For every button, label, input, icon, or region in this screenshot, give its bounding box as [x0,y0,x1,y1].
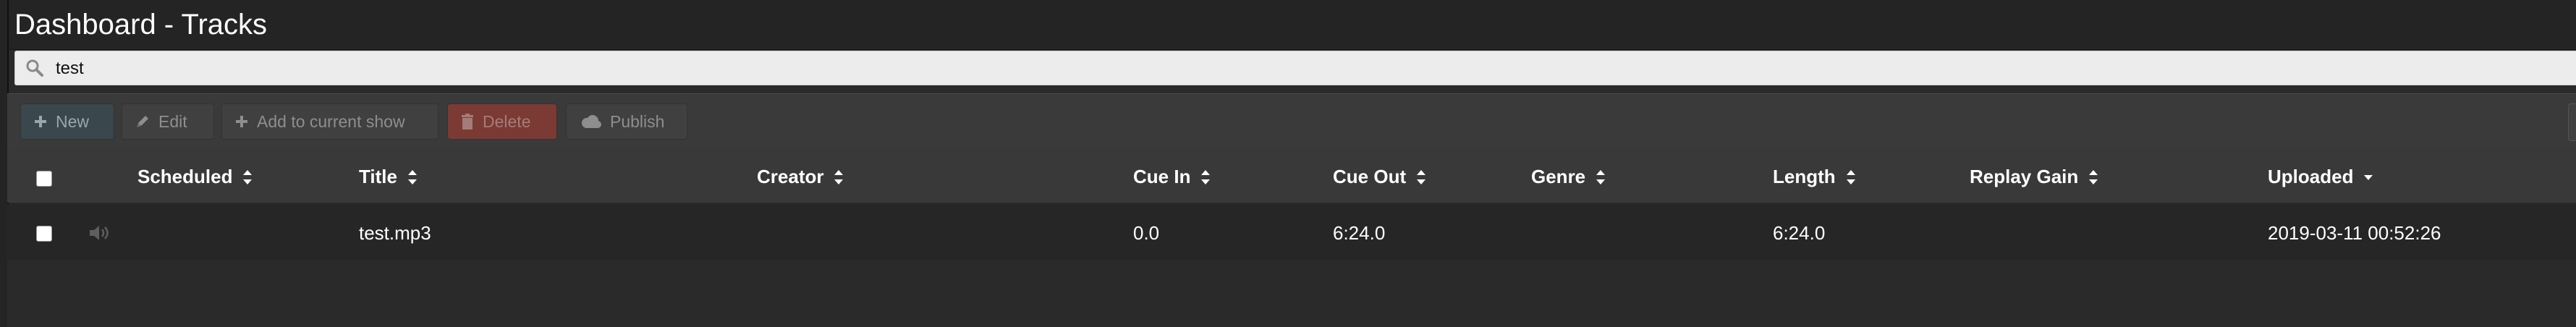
edit-button[interactable]: Edit [122,103,214,140]
new-button-label: New [56,111,90,131]
sort-icon [407,169,418,185]
table-empty-area [7,260,2576,327]
add-button-label: Add to current show [257,111,405,131]
search-input[interactable] [54,55,925,82]
cloud-icon [580,114,601,129]
toolbar-overflow-button[interactable] [2568,103,2576,141]
delete-button[interactable]: Delete [447,103,557,140]
edit-button-label: Edit [158,111,187,131]
toolbar: New Edit Add to current show Delete Publ… [7,93,2576,148]
sort-icon [2088,169,2098,185]
table-row[interactable]: test.mp3 0.0 6:24.0 6:24.0 2019-03-11 00… [7,204,2576,260]
sort-icon [1416,169,1426,185]
cell-uploaded: 2019-03-11 00:52:26 [2268,222,2441,244]
column-header-cue-in[interactable]: Cue In [1133,166,1211,188]
trash-icon [461,114,474,129]
plus-icon [34,115,47,128]
cell-cue-out: 6:24.0 [1333,222,1386,244]
search-icon [25,59,44,77]
row-checkbox[interactable] [36,226,52,242]
page-title: Dashboard - Tracks [14,9,268,41]
sort-icon [242,169,253,185]
table-header: Scheduled Title Creator Cue In Cue Out G… [7,148,2576,203]
delete-button-label: Delete [483,111,531,131]
cell-title: test.mp3 [359,222,431,244]
column-header-cue-out[interactable]: Cue Out [1333,166,1426,188]
new-button[interactable]: New [20,103,114,140]
sort-descending-icon [2363,169,2373,185]
sort-icon [1596,169,1606,185]
sort-icon [1200,169,1211,185]
column-header-genre[interactable]: Genre [1531,166,1606,188]
speaker-icon[interactable] [88,224,113,245]
pencil-icon [135,114,150,129]
tracks-page: Dashboard - Tracks New Edit [0,0,2576,327]
sort-icon [834,169,844,185]
publish-button-label: Publish [610,111,665,131]
publish-button[interactable]: Publish [566,103,687,140]
search-bar[interactable] [14,51,2576,85]
sort-icon [1846,169,1856,185]
column-header-title[interactable]: Title [359,166,418,188]
column-header-length[interactable]: Length [1773,166,1856,188]
add-to-current-show-button[interactable]: Add to current show [221,103,438,140]
column-header-uploaded[interactable]: Uploaded [2268,166,2373,188]
plus-icon [235,115,248,128]
cell-length: 6:24.0 [1773,222,1826,244]
title-bar: Dashboard - Tracks [9,0,2576,50]
column-header-creator[interactable]: Creator [757,166,844,188]
select-all-checkbox[interactable] [36,171,52,187]
column-header-replay-gain[interactable]: Replay Gain [1970,166,2098,188]
column-header-scheduled[interactable]: Scheduled [137,166,253,188]
cell-cue-in: 0.0 [1133,222,1160,244]
